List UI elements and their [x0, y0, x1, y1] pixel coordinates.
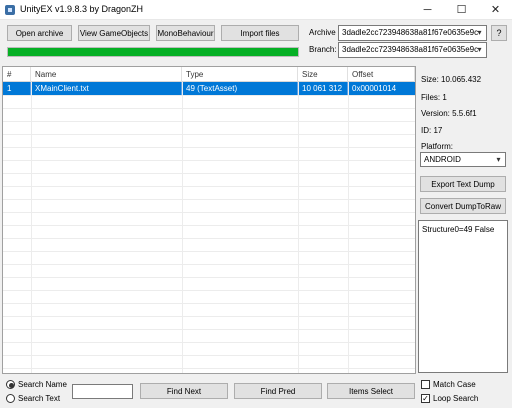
window-title: UnityEX v1.9.8.3 by DragonZH	[20, 4, 144, 14]
info-id: ID: 17	[421, 126, 443, 135]
column-header-size[interactable]: Size	[298, 67, 348, 82]
loop-search-label: Loop Search	[433, 394, 479, 403]
platform-label: Platform:	[421, 142, 454, 151]
close-button[interactable]: ✕	[480, 0, 511, 20]
import-files-button[interactable]: Import files	[221, 25, 299, 41]
match-case-checkbox[interactable]	[421, 380, 430, 389]
info-size: Size: 10.065.432	[421, 75, 482, 84]
grid-row-line	[3, 186, 415, 187]
grid-row-line	[3, 199, 415, 200]
grid-row-line	[3, 121, 415, 122]
find-pred-button[interactable]: Find Pred	[234, 383, 322, 399]
title-bar: UnityEX v1.9.8.3 by DragonZH ─ ☐ ✕	[0, 0, 512, 20]
branch-combo[interactable]: 3dadle2cc723948638a81f67e0635e9c ▾	[338, 42, 487, 58]
search-name-radio[interactable]	[6, 380, 15, 389]
grid-row-line	[3, 147, 415, 148]
column-header-offset[interactable]: Offset	[348, 67, 415, 82]
grid-row-line	[3, 108, 415, 109]
details-text: Structure0=49 False	[422, 225, 495, 234]
archive-label: Archive	[309, 28, 336, 37]
grid-row-line	[3, 355, 415, 356]
grid-column-line	[298, 82, 299, 373]
items-select-button[interactable]: Items Select	[327, 383, 415, 399]
help-button[interactable]: ?	[491, 25, 507, 41]
file-table[interactable]: # Name Type Size Offset 1 XMainClient.tx…	[2, 66, 416, 374]
chevron-down-icon[interactable]: ▾	[473, 26, 486, 40]
grid-row-line	[3, 368, 415, 369]
branch-label: Branch:	[309, 45, 337, 54]
cell-size: 10 061 312	[298, 82, 348, 95]
archive-combo[interactable]: 3dadle2cc723948638a81f67e0635e9c ▾	[338, 25, 487, 41]
branch-value: 3dadle2cc723948638a81f67e0635e9c	[342, 45, 479, 54]
table-row[interactable]: 1 XMainClient.txt 49 (TextAsset) 10 061 …	[3, 82, 415, 95]
search-input[interactable]	[72, 384, 133, 399]
minimize-button[interactable]: ─	[412, 0, 443, 20]
grid-column-line	[31, 82, 32, 373]
grid-row-line	[3, 173, 415, 174]
info-files: Files: 1	[421, 93, 447, 102]
cell-type: 49 (TextAsset)	[182, 82, 298, 95]
grid-row-line	[3, 134, 415, 135]
column-header-type[interactable]: Type	[182, 67, 298, 82]
grid-row-line	[3, 329, 415, 330]
export-text-dump-button[interactable]: Export Text Dump	[420, 176, 506, 192]
column-header-name[interactable]: Name	[31, 67, 182, 82]
view-gameobjects-button[interactable]: View GameObjects	[78, 25, 150, 41]
match-case-label: Match Case	[433, 380, 476, 389]
open-archive-button[interactable]: Open archive	[7, 25, 72, 41]
column-header-number[interactable]: #	[3, 67, 31, 82]
grid-row-line	[3, 225, 415, 226]
maximize-button[interactable]: ☐	[446, 0, 477, 20]
grid-row-line	[3, 316, 415, 317]
convert-dump-to-raw-button[interactable]: Convert DumpToRaw	[420, 198, 506, 214]
monobehaviour-button[interactable]: MonoBehaviour	[156, 25, 215, 41]
chevron-down-icon[interactable]: ▾	[492, 153, 505, 166]
grid-row-line	[3, 212, 415, 213]
grid-row-line	[3, 160, 415, 161]
cell-number: 1	[3, 82, 31, 95]
grid-row-line	[3, 251, 415, 252]
progress-fill	[8, 48, 298, 56]
platform-value: ANDROID	[424, 155, 461, 164]
find-next-button[interactable]: Find Next	[140, 383, 228, 399]
app-icon	[5, 5, 15, 15]
search-text-radio[interactable]	[6, 394, 15, 403]
search-name-label: Search Name	[18, 380, 67, 389]
grid-row-line	[3, 238, 415, 239]
info-version: Version: 5.5.6f1	[421, 109, 477, 118]
grid-row-line	[3, 342, 415, 343]
cell-name: XMainClient.txt	[31, 82, 182, 95]
search-text-label: Search Text	[18, 394, 61, 403]
chevron-down-icon[interactable]: ▾	[473, 43, 486, 57]
loop-search-checkbox[interactable]: ✓	[421, 394, 430, 403]
platform-combo[interactable]: ANDROID ▾	[420, 152, 506, 167]
grid-row-line	[3, 264, 415, 265]
grid-row-line	[3, 290, 415, 291]
details-textbox[interactable]: Structure0=49 False	[418, 220, 508, 373]
grid-column-line	[348, 82, 349, 373]
grid-column-line	[182, 82, 183, 373]
cell-offset: 0x00001014	[352, 84, 397, 93]
archive-value: 3dadle2cc723948638a81f67e0635e9c	[342, 28, 479, 37]
grid-row-line	[3, 277, 415, 278]
grid-row-line	[3, 95, 415, 96]
grid-row-line	[3, 303, 415, 304]
table-header: # Name Type Size Offset	[3, 67, 415, 82]
progress-bar	[7, 47, 299, 57]
